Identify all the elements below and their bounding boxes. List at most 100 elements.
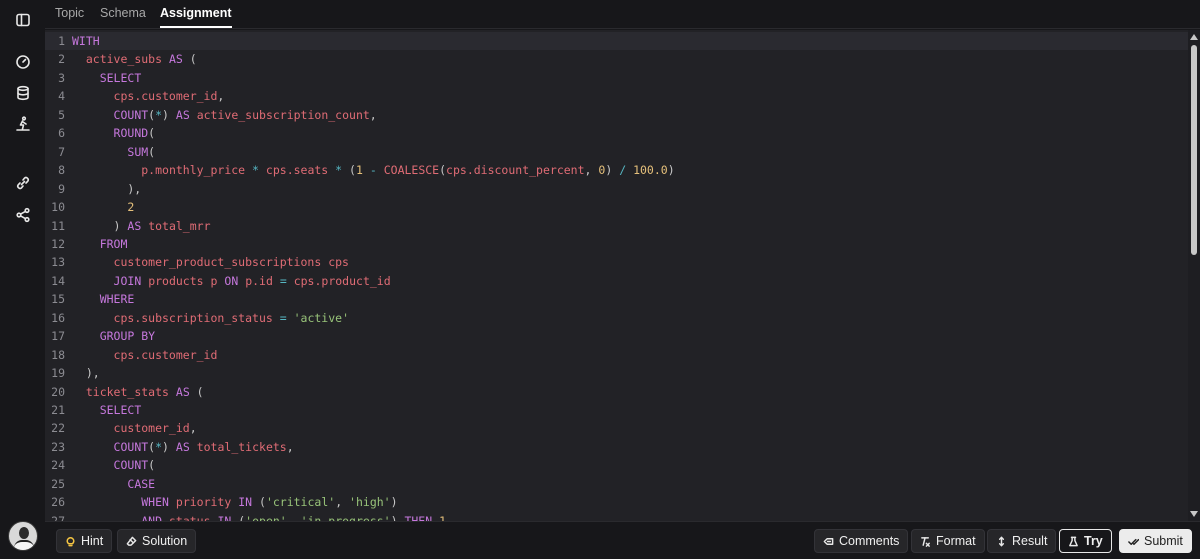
code-line[interactable]: 2 active_subs AS ( [45,50,1188,68]
left-rail [0,0,45,559]
code-text: CASE [127,476,156,491]
solution-label: Solution [142,534,188,548]
code-line[interactable]: 15 WHERE [45,290,1188,308]
user-avatar[interactable] [8,521,38,551]
code-line[interactable]: 17 GROUP BY [45,327,1188,345]
code-text: WHERE [99,292,135,307]
code-text: ROUND( [113,126,156,141]
code-line[interactable]: 5 COUNT(*) AS active_subscription_count, [45,106,1188,124]
code-text: WHEN priority IN ('critical', 'high') [141,495,398,510]
comments-button[interactable]: Comments [814,529,909,553]
tab-assignment[interactable]: Assignment [160,6,232,28]
code-text: 2 [127,200,135,215]
code-text: ), [72,366,100,381]
code-line[interactable]: 8 p.monthly_price * cps.seats * (1 - COA… [45,161,1188,179]
scroll-down-arrow-icon[interactable] [1190,511,1198,517]
code-line[interactable]: 13 customer_product_subscriptions cps [45,253,1188,271]
line-number: 27 [51,513,65,521]
code-line[interactable]: 10 2 [45,198,1188,216]
code-text: SELECT [99,70,142,85]
code-line[interactable]: 1 WITH [45,32,1188,50]
action-bar: Hint Solution Comments Format Result Try… [45,521,1200,559]
code-line[interactable]: 3 SELECT [45,69,1188,87]
double-check-icon [1128,538,1139,545]
code-line[interactable]: 16 cps.subscription_status = 'active' [45,309,1188,327]
line-number: 13 [51,255,65,270]
flask-icon [1069,536,1078,546]
activity-icon[interactable] [14,115,32,133]
result-label: Result [1012,534,1048,548]
code-line[interactable]: 21 SELECT [45,401,1188,419]
try-label: Try [1084,534,1103,548]
code-text: JOIN products p ON p.id = cps.product_id [113,273,391,288]
code-line[interactable]: 25 CASE [45,475,1188,493]
code-line[interactable]: 14 JOIN products p ON p.id = cps.product… [45,272,1188,290]
line-number: 7 [58,144,65,159]
code-line[interactable]: 6 ROUND( [45,124,1188,142]
result-button[interactable]: Result [987,529,1057,553]
submit-label: Submit [1144,534,1183,548]
tab-schema[interactable]: Schema [100,6,146,28]
link-icon[interactable] [14,174,32,192]
sidebar-toggle-icon[interactable] [14,11,32,29]
code-line[interactable]: 27 AND status IN ('open', 'in_progress')… [45,512,1188,521]
code-line[interactable]: 20 ticket_stats AS ( [45,383,1188,401]
try-button[interactable]: Try [1059,529,1112,553]
format-label: Format [936,534,976,548]
hint-label: Hint [81,534,104,548]
expand-vertical-icon [998,536,1005,546]
line-number: 17 [51,329,65,344]
line-number: 26 [51,495,65,510]
code-text: ) AS total_mrr [72,218,211,233]
code-line[interactable]: 7 SUM( [45,143,1188,161]
code-text: AND status IN ('open', 'in_progress') TH… [141,513,447,521]
line-number: 19 [51,366,65,381]
line-number: 23 [51,439,65,454]
line-number: 24 [51,458,65,473]
line-number: 20 [51,384,65,399]
comments-label: Comments [839,534,900,548]
submit-button[interactable]: Submit [1119,529,1192,553]
hint-button[interactable]: Hint [56,529,113,553]
scroll-up-arrow-icon[interactable] [1190,34,1198,40]
line-number: 5 [58,107,65,122]
code-text: COUNT( [113,458,156,473]
code-text: customer_product_subscriptions cps [113,255,349,270]
line-number: 1 [58,34,65,48]
code-line[interactable]: 22 customer_id, [45,419,1188,437]
line-number: 16 [51,310,65,325]
code-line[interactable]: 23 COUNT(*) AS total_tickets, [45,438,1188,456]
solution-button[interactable]: Solution [117,529,197,553]
line-number: 21 [51,403,65,417]
line-number: 9 [58,181,65,196]
code-line[interactable]: 12 FROM [45,235,1188,253]
code-text: cps.customer_id [113,347,218,362]
scroll-thumb[interactable] [1191,45,1197,255]
format-text-icon [921,536,930,547]
line-number: 8 [58,163,65,178]
code-line[interactable]: 9 ), [45,180,1188,198]
share-icon[interactable] [14,206,32,224]
editor-scrollbar[interactable] [1188,30,1200,521]
lightbulb-icon [66,536,75,546]
comment-tag-icon [823,537,834,545]
format-button[interactable]: Format [911,529,985,553]
line-number: 14 [51,273,65,288]
line-number: 11 [51,218,65,233]
database-icon[interactable] [14,84,32,102]
line-number: 2 [58,52,65,67]
line-number: 22 [51,421,65,436]
code-editor[interactable]: 1 WITH 2 active_subs AS (3 SELECT 4 cps.cus… [45,30,1200,521]
code-line[interactable]: 18 cps.customer_id [45,346,1188,364]
eraser-icon [126,536,137,546]
code-text: FROM [99,236,128,251]
code-text: ), [72,181,142,196]
tab-topic[interactable]: Topic [55,6,84,28]
dashboard-gauge-icon[interactable] [14,53,32,71]
code-line[interactable]: 11 ) AS total_mrr [45,217,1188,235]
code-line[interactable]: 4 cps.customer_id, [45,87,1188,105]
code-line[interactable]: 24 COUNT( [45,456,1188,474]
line-number: 25 [51,476,65,491]
code-line[interactable]: 19 ), [45,364,1188,382]
code-line[interactable]: 26 WHEN priority IN ('critical', 'high') [45,493,1188,511]
